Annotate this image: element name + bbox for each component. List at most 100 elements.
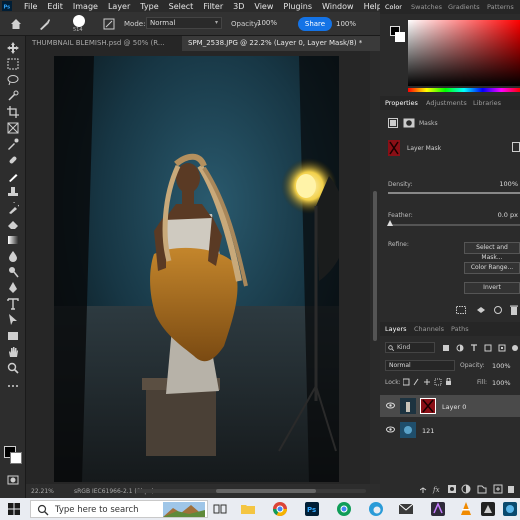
pixel-mask-icon[interactable] <box>388 118 398 128</box>
layer-row-layer-0[interactable]: Layer 0 <box>380 395 520 417</box>
load-selection-icon[interactable] <box>456 306 466 314</box>
vertical-scrollbar[interactable] <box>370 51 380 484</box>
tab-paths[interactable]: Paths <box>451 325 469 333</box>
frame-tool-icon[interactable] <box>7 122 19 134</box>
scrollbar-thumb[interactable] <box>216 489 316 493</box>
layer-actions-icons[interactable]: fx <box>420 484 516 494</box>
blend-mode-dropdown[interactable]: Normal <box>385 360 455 371</box>
crop-tool-icon[interactable] <box>7 106 19 118</box>
feather-slider-handle[interactable] <box>387 220 393 226</box>
edge-icon[interactable] <box>368 501 384 517</box>
photoshop-taskbar-icon[interactable]: Ps <box>304 501 320 517</box>
brush-tool-icon[interactable] <box>38 18 50 30</box>
tab-layers[interactable]: Layers <box>385 325 407 333</box>
filter-adjustment-icon[interactable] <box>456 344 464 352</box>
tab-spm-2538[interactable]: SPM_2538.JPG @ 22.2% (Layer 0, Layer Mas… <box>182 36 380 51</box>
tab-swatches[interactable]: Swatches <box>411 3 442 11</box>
density-slider[interactable] <box>388 192 520 194</box>
layer-thumbnail[interactable] <box>400 422 416 438</box>
quick-select-tool-icon[interactable] <box>7 90 19 102</box>
tab-gradients[interactable]: Gradients <box>448 3 480 11</box>
layer-thumbnail[interactable] <box>400 398 416 414</box>
filter-toggle-icon[interactable] <box>511 344 519 352</box>
healing-brush-tool-icon[interactable] <box>7 154 19 166</box>
fill-value[interactable]: 100% <box>492 379 511 387</box>
tab-libraries[interactable]: Libraries <box>473 99 501 107</box>
home-icon[interactable] <box>10 18 22 30</box>
tab-channels[interactable]: Channels <box>414 325 444 333</box>
canvas-area[interactable] <box>26 51 380 484</box>
mode-dropdown[interactable]: Normal <box>146 17 222 29</box>
apply-mask-button-icon[interactable] <box>476 306 486 314</box>
color-range-button[interactable]: Color Range... <box>464 262 520 274</box>
background-color-swatch[interactable] <box>10 452 22 464</box>
dodge-tool-icon[interactable] <box>7 266 19 278</box>
vector-mask-icon[interactable] <box>403 118 415 128</box>
menu-select[interactable]: Select <box>169 2 194 11</box>
tab-color[interactable]: Color <box>385 3 402 11</box>
photos-app-icon[interactable] <box>502 501 518 517</box>
horizontal-scrollbar[interactable] <box>136 489 366 493</box>
brush-settings-icon[interactable] <box>103 18 115 30</box>
document-image[interactable] <box>54 56 339 482</box>
quick-mask-icon[interactable] <box>7 474 19 486</box>
chrome-profile-icon[interactable] <box>336 501 352 517</box>
vlc-icon[interactable] <box>458 501 474 517</box>
menu-view[interactable]: View <box>254 2 273 11</box>
density-value[interactable]: 100% <box>499 180 518 188</box>
chrome-icon[interactable] <box>272 501 288 517</box>
menu-layer[interactable]: Layer <box>108 2 130 11</box>
layer-mask-thumbnail[interactable] <box>420 398 436 414</box>
gradient-tool-icon[interactable] <box>7 234 19 246</box>
layer-mask-thumbnail[interactable] <box>388 140 400 156</box>
windows-start-icon[interactable] <box>8 503 20 515</box>
adobe-app-icon[interactable] <box>430 501 446 517</box>
layer-row-121[interactable]: 121 <box>380 419 520 441</box>
filter-type-icon[interactable] <box>470 344 478 352</box>
brush-preset-picker[interactable] <box>73 15 85 27</box>
rectangle-tool-icon[interactable] <box>7 330 19 342</box>
scrollbar-thumb[interactable] <box>373 191 377 341</box>
move-tool-icon[interactable] <box>7 42 19 54</box>
brush-tool-icon[interactable] <box>7 170 19 182</box>
history-brush-tool-icon[interactable] <box>7 202 19 214</box>
taskbar-search-box[interactable]: Type here to search <box>30 500 208 518</box>
share-button[interactable]: Share <box>298 17 332 31</box>
tab-patterns[interactable]: Patterns <box>487 3 514 11</box>
path-selection-tool-icon[interactable] <box>7 314 19 326</box>
visibility-eye-icon[interactable] <box>386 402 395 409</box>
lock-options-icons[interactable] <box>403 378 453 386</box>
menu-plugins[interactable]: Plugins <box>283 2 312 11</box>
type-tool-icon[interactable] <box>7 298 19 310</box>
zoom-tool-icon[interactable] <box>7 362 19 374</box>
layer-filter-dropdown[interactable]: Kind <box>385 342 435 353</box>
flow-field[interactable]: 100% <box>336 20 356 28</box>
file-explorer-icon[interactable] <box>240 501 256 517</box>
hand-tool-icon[interactable] <box>7 346 19 358</box>
menu-edit[interactable]: Edit <box>47 2 63 11</box>
mail-app-icon[interactable] <box>398 501 414 517</box>
layer-name[interactable]: Layer 0 <box>442 403 466 411</box>
layer-opacity-value[interactable]: 100% <box>492 362 511 370</box>
select-and-mask-button[interactable]: Select and Mask... <box>464 242 520 261</box>
pen-tool-icon[interactable] <box>7 282 19 294</box>
apply-mask-icon[interactable] <box>512 142 520 152</box>
layer-name[interactable]: 121 <box>422 427 434 435</box>
zoom-level[interactable]: 22.21% <box>31 488 54 495</box>
tab-thumbnail-blemish[interactable]: THUMBNAIL BLEMISH.psd @ 50% (R... <box>26 36 182 51</box>
menu-3d[interactable]: 3D <box>233 2 244 11</box>
lightroom-icon[interactable] <box>480 501 496 517</box>
feather-value[interactable]: 0.0 px <box>498 211 518 219</box>
feather-slider[interactable] <box>388 224 520 226</box>
menu-filter[interactable]: Filter <box>203 2 223 11</box>
menu-image[interactable]: Image <box>73 2 98 11</box>
disable-mask-icon[interactable] <box>493 306 503 314</box>
filter-shape-icon[interactable] <box>484 344 492 352</box>
blur-tool-icon[interactable] <box>7 250 19 262</box>
eraser-tool-icon[interactable] <box>7 218 19 230</box>
filter-pixel-icon[interactable] <box>442 344 450 352</box>
task-view-icon[interactable] <box>212 501 228 517</box>
tab-adjustments[interactable]: Adjustments <box>426 99 467 107</box>
background-color-swatch[interactable] <box>395 32 405 42</box>
menu-type[interactable]: Type <box>140 2 158 11</box>
